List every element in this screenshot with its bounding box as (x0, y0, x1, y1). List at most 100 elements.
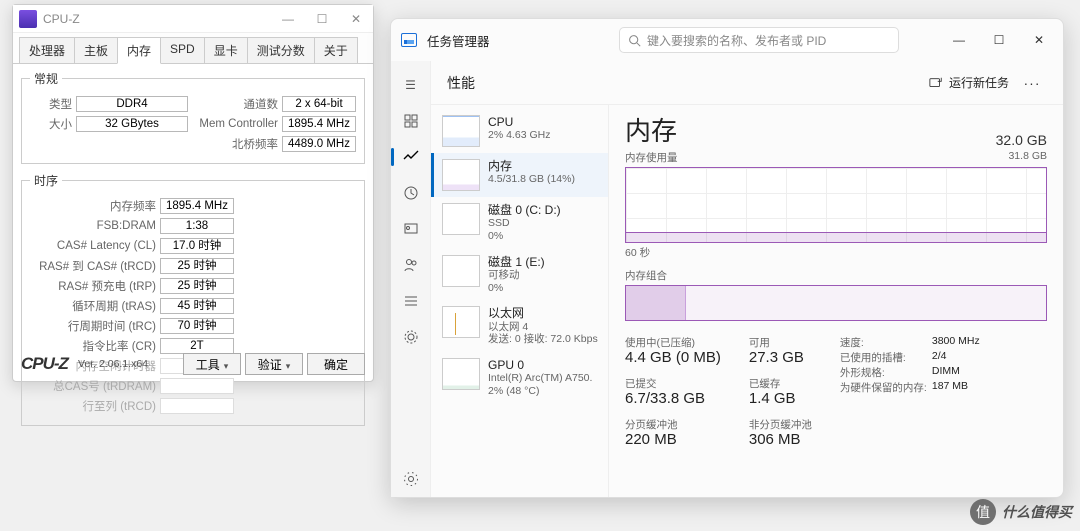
watermark: 值 什么值得买 (970, 499, 1072, 525)
run-task-label: 运行新任务 (949, 74, 1009, 91)
perf-item-sub: 以太网 4 (488, 321, 598, 334)
perf-thumb-chart (442, 306, 480, 338)
perf-item-disk[interactable]: 磁盘 0 (C: D:)SSD0% (431, 197, 608, 249)
label-channels: 通道数 (194, 96, 282, 112)
maximize-button[interactable]: ☐ (979, 24, 1019, 56)
timing-label: RAS# 到 CAS# (tRCD) (30, 258, 160, 274)
label-size: 大小 (30, 116, 76, 132)
nav-rail: ☰ (391, 61, 431, 497)
perf-item-sub: 可移动 (488, 269, 545, 282)
value-size: 32 GBytes (76, 116, 188, 132)
tab-about[interactable]: 关于 (314, 37, 358, 63)
perf-thumb-chart (442, 203, 480, 235)
xaxis-label: 60 秒 (625, 245, 1047, 260)
search-input[interactable]: 键入要搜索的名称、发布者或 PID (619, 27, 899, 53)
watermark-text: 什么值得买 (1002, 502, 1072, 522)
cpuz-logo: CPU-Z (21, 354, 68, 374)
memory-meta: 速度:3800 MHz已使用的插槽:2/4外形规格:DIMM为硬件保留的内存:1… (840, 335, 986, 458)
perf-thumb-chart (442, 159, 480, 191)
timing-label: 指令比率 (CR) (30, 338, 160, 354)
timing-value (160, 378, 234, 394)
stat-label: 非分页缓冲池 (749, 417, 812, 432)
timing-label: FSB:DRAM (30, 220, 160, 232)
stat-value: 1.4 GB (749, 390, 812, 407)
timing-value (160, 398, 234, 414)
cpuz-body: 常规 类型DDR4 大小32 GBytes 通道数2 x 64-bit Mem … (13, 64, 373, 440)
cpuz-version: Ver. 2.06.1.x64 (78, 358, 148, 370)
close-button[interactable]: ✕ (1019, 24, 1059, 56)
taskmgr-window: 任务管理器 键入要搜索的名称、发布者或 PID — ☐ ✕ ☰ 性能 (390, 18, 1064, 498)
value-type: DDR4 (76, 96, 188, 112)
stat-label: 已缓存 (749, 376, 812, 391)
tab-mainboard[interactable]: 主板 (74, 37, 118, 63)
meta-value: DIMM (932, 365, 986, 380)
cpuz-titlebar: CPU-Z — ☐ ✕ (13, 5, 373, 33)
timing-legend: 时序 (30, 172, 62, 189)
search-placeholder: 键入要搜索的名称、发布者或 PID (647, 32, 826, 49)
meta-key: 外形规格: (840, 365, 932, 380)
stat-label: 已提交 (625, 376, 721, 391)
tab-graphics[interactable]: 显卡 (204, 37, 248, 63)
general-legend: 常规 (30, 70, 62, 87)
memory-usage-chart[interactable] (625, 167, 1047, 243)
perf-item-title: 内存 (488, 159, 575, 173)
meta-key: 速度: (840, 335, 932, 350)
perf-item-gpu[interactable]: GPU 0Intel(R) Arc(TM) A750.2% (48 °C) (431, 352, 608, 404)
tab-spd[interactable]: SPD (160, 37, 205, 63)
perf-sidebar: CPU2% 4.63 GHz内存4.5/31.8 GB (14%)磁盘 0 (C… (431, 105, 609, 497)
stat-label: 使用中(已压缩) (625, 335, 721, 350)
timing-value: 25 时钟 (160, 278, 234, 294)
run-task-icon (929, 76, 943, 90)
stat-value: 6.7/33.8 GB (625, 390, 721, 407)
nav-settings-icon[interactable] (395, 462, 427, 496)
nav-details-icon[interactable] (395, 284, 427, 318)
value-nbfreq: 4489.0 MHz (282, 136, 356, 152)
tab-memory[interactable]: 内存 (117, 37, 161, 64)
cpuz-app-icon (19, 10, 37, 28)
perf-item-sub2: 发送: 0 接收: 72.0 Kbps (488, 333, 598, 346)
tab-bench[interactable]: 测试分数 (247, 37, 315, 63)
tm-page-header: 性能 运行新任务 ··· (431, 61, 1063, 105)
perf-item-sub: 2% 4.63 GHz (488, 129, 550, 142)
perf-item-sub2: 0% (488, 230, 561, 243)
perf-item-sub: SSD (488, 217, 561, 230)
stat-label: 分页缓冲池 (625, 417, 721, 432)
timing-value: 17.0 时钟 (160, 238, 234, 254)
tab-cpu[interactable]: 处理器 (19, 37, 75, 63)
tools-button[interactable]: 工具 (183, 353, 241, 375)
timing-label: 行至列 (tRCD) (30, 398, 160, 414)
nav-menu-icon[interactable]: ☰ (395, 68, 427, 102)
minimize-button[interactable]: — (939, 24, 979, 56)
taskmgr-app-icon (401, 33, 417, 47)
combo-label: 内存组合 (625, 268, 1047, 283)
run-task-button[interactable]: 运行新任务 (921, 70, 1017, 95)
nav-startup-icon[interactable] (395, 212, 427, 246)
more-button[interactable]: ··· (1017, 75, 1047, 91)
cpuz-window: CPU-Z — ☐ ✕ 处理器 主板 内存 SPD 显卡 测试分数 关于 常规 … (12, 4, 374, 382)
perf-item-title: GPU 0 (488, 358, 592, 372)
minimize-button[interactable]: — (271, 6, 305, 32)
nav-history-icon[interactable] (395, 176, 427, 210)
perf-item-net[interactable]: 以太网以太网 4发送: 0 接收: 72.0 Kbps (431, 300, 608, 352)
nav-performance-icon[interactable] (395, 140, 427, 174)
maximize-button[interactable]: ☐ (305, 6, 339, 32)
ok-button[interactable]: 确定 (307, 353, 365, 375)
perf-item-disk[interactable]: 磁盘 1 (E:)可移动0% (431, 249, 608, 301)
meta-value: 3800 MHz (932, 335, 986, 350)
label-nbfreq: 北桥频率 (194, 136, 282, 152)
nav-processes-icon[interactable] (395, 104, 427, 138)
perf-thumb-chart (442, 358, 480, 390)
label-type: 类型 (30, 96, 76, 112)
nav-services-icon[interactable] (395, 320, 427, 354)
value-memcontroller: 1895.4 MHz (282, 116, 356, 132)
general-group: 常规 类型DDR4 大小32 GBytes 通道数2 x 64-bit Mem … (21, 70, 365, 164)
timing-value: 70 时钟 (160, 318, 234, 334)
close-button[interactable]: ✕ (339, 6, 373, 32)
perf-item-mem[interactable]: 内存4.5/31.8 GB (14%) (431, 153, 608, 197)
meta-key: 为硬件保留的内存: (840, 380, 932, 395)
nav-users-icon[interactable] (395, 248, 427, 282)
memory-composition-chart[interactable] (625, 285, 1047, 321)
validate-button[interactable]: 验证 (245, 353, 303, 375)
stat-value: 306 MB (749, 431, 812, 448)
perf-item-cpu[interactable]: CPU2% 4.63 GHz (431, 109, 608, 153)
